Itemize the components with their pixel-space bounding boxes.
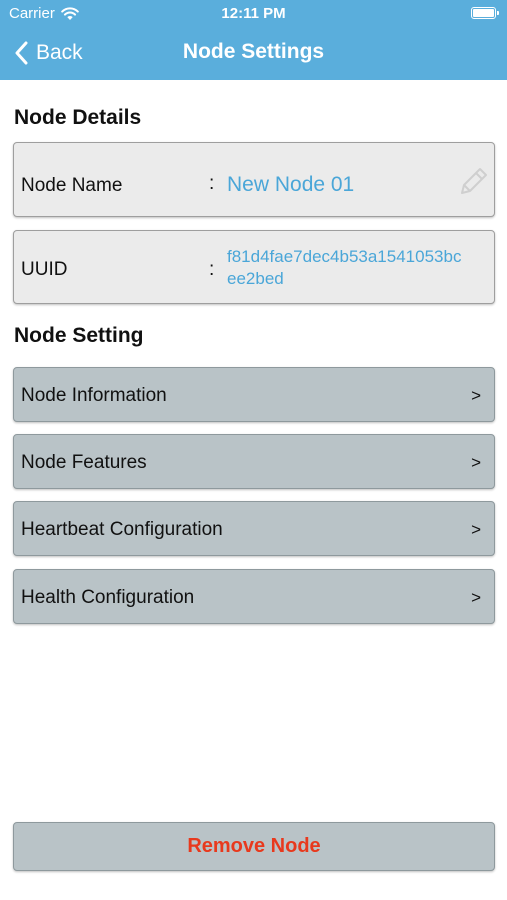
status-time: 12:11 PM (221, 5, 286, 22)
chevron-right-icon: > (471, 453, 481, 472)
node-setting-heading: Node Setting (14, 324, 144, 347)
page-title: Node Settings (182, 40, 325, 63)
status-bar: Carrier 12:11 PM (0, 0, 507, 28)
settings-item-node-features[interactable]: Node Features > (13, 434, 495, 489)
uuid-label: UUID (21, 259, 68, 280)
chevron-right-icon: > (471, 588, 481, 607)
battery-icon (471, 7, 499, 19)
remove-node-button[interactable]: Remove Node (13, 822, 495, 871)
node-name-label: Node Name (21, 175, 123, 196)
node-name-separator: : (209, 173, 215, 194)
node-name-field[interactable]: Node Name : New Node 01 (13, 142, 495, 217)
settings-item-label: Node Information (21, 385, 167, 406)
node-name-value: New Node 01 (227, 173, 355, 196)
settings-item-node-information[interactable]: Node Information > (13, 367, 495, 422)
settings-item-label: Health Configuration (21, 587, 195, 608)
pencil-icon[interactable] (456, 165, 490, 199)
uuid-separator: : (209, 259, 215, 280)
chevron-right-icon: > (471, 520, 481, 539)
node-details-heading: Node Details (14, 106, 142, 129)
navigation-bar: Carrier 12:11 PM Back Node Settings (0, 0, 507, 80)
uuid-value-line-2: ee2bed (227, 269, 284, 288)
uuid-field: UUID : f81d4fae7dec4b53a1541053bc ee2bed (13, 230, 495, 304)
settings-item-heartbeat-configuration[interactable]: Heartbeat Configuration > (13, 501, 495, 556)
settings-item-label: Node Features (21, 452, 147, 473)
settings-item-health-configuration[interactable]: Health Configuration > (13, 569, 495, 624)
uuid-value-line-1: f81d4fae7dec4b53a1541053bc (227, 247, 462, 266)
chevron-right-icon: > (471, 386, 481, 405)
settings-item-label: Heartbeat Configuration (21, 519, 223, 540)
